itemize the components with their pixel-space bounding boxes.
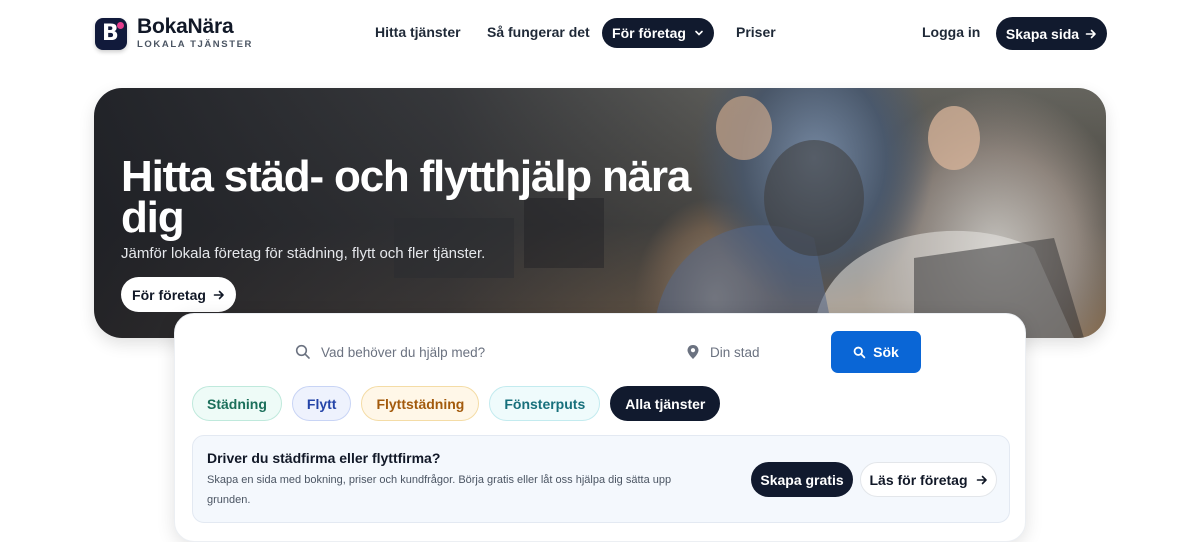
- nav-link-find-services[interactable]: Hitta tjänster: [375, 24, 461, 40]
- hero-title: Hitta städ- och flytthjälp nära dig: [121, 152, 691, 242]
- create-page-button[interactable]: Skapa sida: [996, 17, 1107, 50]
- hero-banner: Hitta städ- och flytthjälp nära dig Jämf…: [94, 88, 1106, 338]
- promo-text: Skapa en sida med bokning, priser och ku…: [207, 474, 672, 506]
- search-button-label: Sök: [873, 344, 899, 360]
- chip-cleaning[interactable]: Städning: [192, 386, 282, 421]
- read-for-business-button[interactable]: Läs för företag: [860, 462, 997, 497]
- nav-dropdown-for-business[interactable]: För företag: [602, 18, 714, 48]
- logo-icon: B: [95, 17, 127, 50]
- city-input[interactable]: Din stad: [672, 330, 805, 374]
- for-business-label: För företag: [132, 286, 206, 303]
- business-promo-box: Driver du städfirma eller flyttfirma? Sk…: [192, 435, 1010, 523]
- search-icon: [853, 346, 866, 358]
- promo-title: Driver du städfirma eller flyttfirma?: [207, 450, 441, 466]
- chip-move-out-cleaning[interactable]: Flyttstädning: [361, 386, 480, 421]
- nav-link-how-it-works[interactable]: Så fungerar det: [487, 24, 590, 40]
- nav-link-pricing[interactable]: Priser: [736, 24, 776, 40]
- for-business-button[interactable]: För företag: [121, 277, 236, 312]
- read-for-business-label: Läs för företag: [869, 471, 968, 488]
- brand-name: BokaNära: [137, 15, 234, 38]
- service-search-input[interactable]: Vad behöver du hjälp med?: [281, 330, 666, 374]
- city-placeholder: Din stad: [710, 344, 760, 360]
- search-icon: [295, 344, 310, 359]
- brand-logo[interactable]: B BokaNära LOKALA TJÄNSTER: [95, 16, 253, 51]
- brand-tagline: LOKALA TJÄNSTER: [137, 39, 254, 50]
- nav-dropdown-label: För företag: [612, 25, 686, 41]
- login-link[interactable]: Logga in: [922, 24, 980, 40]
- create-free-button[interactable]: Skapa gratis: [751, 462, 853, 497]
- top-navigation: B BokaNära LOKALA TJÄNSTER Hitta tjänste…: [0, 0, 1200, 66]
- chip-all-services[interactable]: Alla tjänster: [610, 386, 721, 421]
- arrow-right-icon: [1085, 29, 1096, 38]
- search-panel: Vad behöver du hjälp med? Din stad Sök S…: [174, 313, 1026, 542]
- arrow-right-icon: [976, 475, 987, 484]
- chevron-down-icon: [695, 30, 703, 36]
- chip-moving[interactable]: Flytt: [291, 386, 352, 421]
- category-chips: Städning Flytt Flyttstädning Fönsterputs…: [192, 386, 721, 421]
- create-page-label: Skapa sida: [1005, 25, 1080, 42]
- arrow-right-icon: [213, 290, 224, 299]
- service-search-placeholder: Vad behöver du hjälp med?: [321, 344, 486, 360]
- chip-window-cleaning[interactable]: Fönsterputs: [489, 386, 601, 421]
- search-button[interactable]: Sök: [831, 331, 921, 373]
- location-pin-icon: [687, 345, 699, 359]
- hero-subtitle: Jämför lokala företag för städning, flyt…: [121, 245, 486, 262]
